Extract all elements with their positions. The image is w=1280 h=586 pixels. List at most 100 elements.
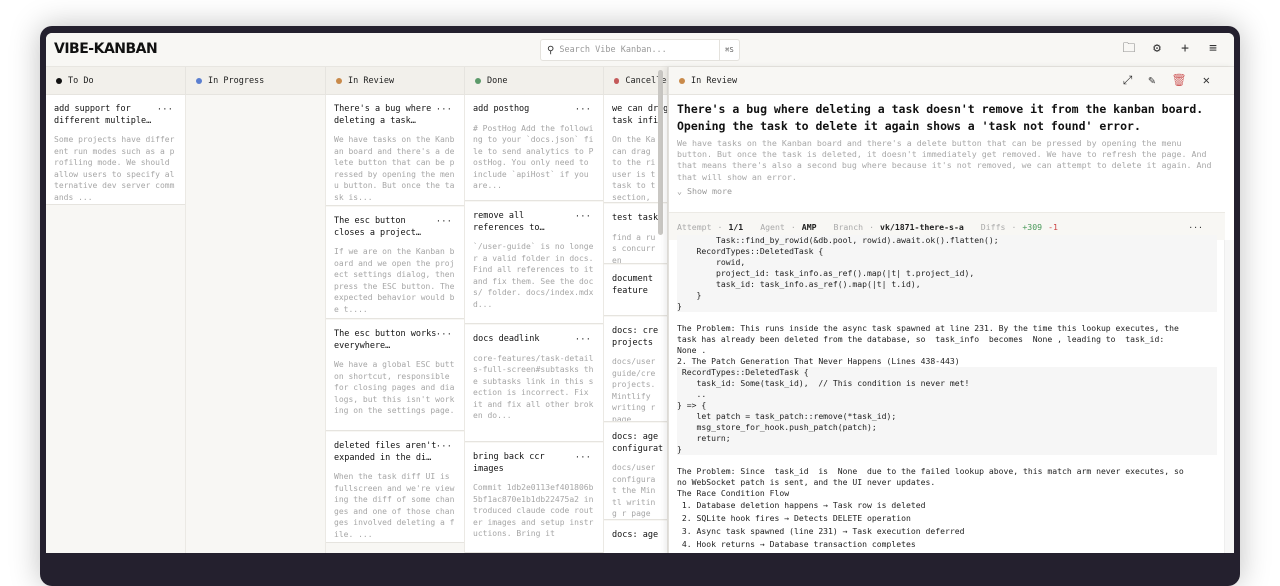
column: add support for different multiple… ··· So…: [46, 95, 186, 553]
card-description: docs/user guide/cre projects. Mintlify w…: [612, 357, 656, 422]
card-title: add posthog: [473, 104, 530, 114]
code-line: project_id: task_info.as_ref().map(|t| t…: [677, 268, 1217, 279]
status-dot: [679, 77, 685, 84]
card-title: There's a bug where deleting a task…: [334, 104, 432, 126]
task-card[interactable]: docs deadlink ··· core-features/task-detai…: [465, 325, 603, 442]
attempt-log: Task::find_by_rowid(&db.pool, rowid).awa…: [669, 235, 1225, 553]
card-title: deleted files aren't expanded in the di…: [334, 441, 437, 463]
card-description: core-features/task-details-full-screen#s…: [473, 353, 594, 421]
diff-added[interactable]: +309: [1022, 222, 1042, 232]
show-more-button[interactable]: ⌄ Show more: [669, 183, 1234, 199]
code-line: let patch = task_patch::remove(*task_id)…: [677, 411, 1217, 422]
code-line: ..: [677, 389, 1217, 400]
gear-icon[interactable]: ⚙: [1150, 41, 1164, 57]
task-card[interactable]: deleted files aren't expanded in the di……: [326, 432, 464, 543]
card-title: document feature: [612, 274, 653, 296]
search-shortcut: ⌘S: [719, 40, 739, 60]
card-title: docs deadlink: [473, 334, 540, 344]
log-line: The Problem: This runs inside the async …: [677, 323, 1179, 333]
card-title: docs: cre projects: [612, 326, 659, 348]
code-line: msg_store_for_hook.push_patch(patch);: [677, 422, 1217, 433]
card-title: remove all references to…: [473, 211, 545, 233]
task-card[interactable]: document feature: [604, 265, 667, 316]
code-line: rowid,: [677, 257, 1217, 268]
code-line: task_id: Some(task_id), // This conditio…: [677, 378, 1217, 389]
more-options-icon[interactable]: ···: [1188, 222, 1203, 232]
task-card[interactable]: The esc button closes a project… ··· If we…: [326, 207, 464, 319]
card-description: find a rus concurren: [612, 232, 656, 264]
code-line: Task::find_by_rowid(&db.pool, rowid).awa…: [677, 235, 1217, 246]
task-card[interactable]: bring back ccr images ··· Commit 1db2e0113…: [465, 443, 603, 553]
task-card[interactable]: The esc button works everywhere… ··· We ha…: [326, 320, 464, 431]
board-scrollbar[interactable]: [658, 70, 663, 235]
task-card[interactable]: docs: age configurat docs/user configurat…: [604, 423, 667, 520]
log-line: None .: [677, 345, 707, 355]
card-menu-icon[interactable]: ···: [436, 442, 452, 452]
card-menu-icon[interactable]: ···: [436, 217, 452, 227]
plus-icon[interactable]: +: [1178, 41, 1192, 57]
folder-icon[interactable]: 🗀: [1122, 41, 1136, 57]
code-line: }: [677, 444, 1217, 455]
card-title: add support for different multiple…: [54, 104, 152, 126]
agent-label: Agent: [760, 221, 785, 232]
card-title: The esc button closes a project…: [334, 216, 421, 238]
app-window: VIBE-KANBAN ⚲ Search Vibe Kanban... ⌘S 🗀…: [46, 33, 1234, 553]
list-item: 1. Database deletion happens → Task row …: [677, 500, 926, 510]
log-line: The Race Condition Flow: [677, 488, 790, 498]
card-menu-icon[interactable]: ···: [436, 105, 452, 115]
logo: VIBE-KANBAN: [54, 41, 158, 57]
top-bar: VIBE-KANBAN ⚲ Search Vibe Kanban... ⌘S 🗀…: [46, 33, 1234, 67]
task-card[interactable]: docs: age: [604, 521, 667, 553]
task-card[interactable]: docs: cre projects docs/user guide/cre pr…: [604, 317, 667, 422]
status-label: In Review: [691, 75, 738, 86]
close-icon[interactable]: ✕: [1203, 73, 1210, 88]
code-line: }: [677, 290, 1217, 301]
card-menu-icon[interactable]: ···: [575, 105, 591, 115]
card-menu-icon[interactable]: ···: [436, 330, 452, 340]
menu-icon[interactable]: ≡: [1206, 41, 1220, 57]
edit-icon[interactable]: ✎: [1148, 73, 1155, 88]
status-dot: [196, 77, 202, 84]
attempt-label: Attempt: [677, 221, 712, 232]
task-card[interactable]: add posthog ··· # PostHog Add the followin…: [465, 95, 603, 201]
status-dot: [56, 77, 62, 84]
branch-label: Branch: [833, 221, 864, 232]
task-title: There's a bug where deleting a task does…: [677, 102, 1204, 133]
column: add posthog ··· # PostHog Add the followin…: [465, 95, 604, 553]
card-description: On the Ka can drag to the ri user is t t…: [612, 135, 656, 202]
card-description: Commit 1db2e0113ef401806b5bf1ac870e1b1db…: [473, 483, 594, 538]
task-card[interactable]: remove all references to… ··· `/user-guide…: [465, 202, 603, 324]
branch-value: vk/1871-there-s-a: [880, 221, 964, 232]
card-menu-icon[interactable]: ···: [575, 335, 591, 345]
search-icon: ⚲: [547, 44, 555, 56]
log-line: The Problem: Since task_id is None due t…: [677, 466, 1184, 476]
card-title: bring back ccr images: [473, 452, 545, 474]
card-menu-icon[interactable]: ···: [575, 212, 591, 222]
diff-removed[interactable]: -1: [1048, 222, 1058, 232]
column-header-done: Done: [465, 67, 604, 95]
status-dot: [475, 77, 481, 84]
log-line: 2. The Patch Generation That Never Happe…: [677, 356, 960, 366]
card-description: `/user-guide` is no longer a valid folde…: [473, 242, 594, 309]
log-line: no WebSocket patch is sent, and the UI n…: [677, 477, 936, 487]
expand-icon[interactable]: ⤢: [1123, 73, 1133, 88]
detail-scrollbar[interactable]: [1224, 240, 1234, 553]
task-description: We have tasks on the Kanban board and th…: [677, 138, 1212, 182]
task-card[interactable]: There's a bug where deleting a task… ··· W…: [326, 95, 464, 206]
search-input[interactable]: ⚲ Search Vibe Kanban... ⌘S: [540, 39, 740, 61]
column-header-in-progress: In Progress: [186, 67, 326, 95]
task-card[interactable]: add support for different multiple… ··· So…: [46, 95, 185, 205]
log-line: task has already been deleted from the d…: [677, 334, 1165, 344]
card-menu-icon[interactable]: ···: [157, 105, 173, 115]
card-menu-icon[interactable]: ···: [575, 453, 591, 463]
column: [186, 95, 326, 553]
card-description: We have a global ESC button shortcut, re…: [334, 360, 455, 415]
code-line: RecordTypes::DeletedTask {: [677, 367, 1217, 378]
column-header-to-do: To Do: [46, 67, 186, 95]
attempt-value[interactable]: 1/1: [728, 222, 743, 232]
delete-icon[interactable]: 🗑: [1172, 73, 1187, 88]
card-description: If we are on the Kanban board and we ope…: [334, 247, 455, 314]
card-description: docs/user configurat the Mintl writing r…: [612, 463, 656, 518]
